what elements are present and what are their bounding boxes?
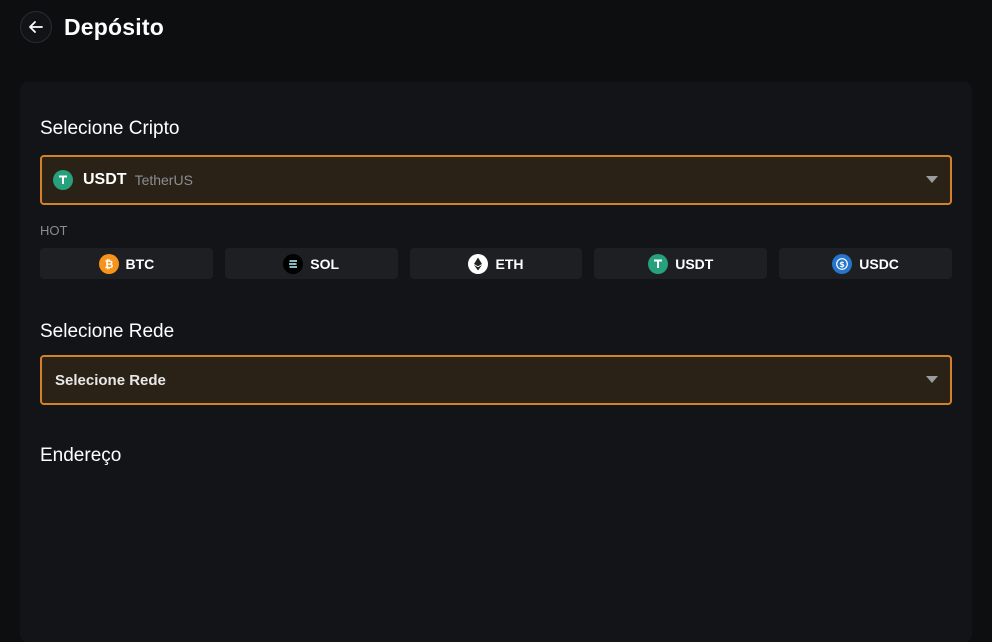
arrow-left-icon — [29, 21, 43, 33]
hot-coin-eth[interactable]: ETH — [409, 248, 583, 279]
ethereum-icon — [468, 253, 489, 274]
address-title: Endereço — [40, 445, 122, 466]
tether-icon — [53, 170, 73, 190]
tether-icon — [648, 253, 669, 274]
bitcoin-icon: ₿ — [98, 253, 119, 274]
caret-down-icon — [926, 376, 938, 383]
deposit-panel: Selecione Cripto USDT TetherUS HOT ₿ BTC… — [20, 82, 972, 642]
solana-icon — [283, 253, 304, 274]
selected-crypto-name: TetherUS — [134, 172, 193, 188]
hot-coin-usdt[interactable]: USDT — [594, 248, 768, 279]
select-crypto-title: Selecione Cripto — [40, 118, 180, 139]
network-select-placeholder: Selecione Rede — [55, 371, 166, 389]
hot-coin-btc[interactable]: ₿ BTC — [40, 248, 213, 279]
hot-coin-label: USDC — [859, 255, 899, 272]
hot-label: HOT — [40, 223, 68, 238]
back-button[interactable] — [20, 11, 52, 43]
crypto-select[interactable]: USDT TetherUS — [40, 155, 952, 205]
hot-coin-label: ETH — [495, 255, 524, 272]
select-network-title: Selecione Rede — [40, 321, 175, 342]
svg-text:$: $ — [839, 260, 845, 269]
caret-down-icon — [926, 176, 938, 183]
selected-crypto-symbol: USDT — [83, 171, 127, 188]
hot-coin-label: USDT — [675, 255, 714, 272]
hot-coin-usdc[interactable]: $ USDC — [779, 248, 952, 279]
hot-coin-sol[interactable]: SOL — [224, 248, 398, 279]
hot-coin-label: SOL — [310, 255, 340, 272]
page-header: Depósito — [20, 10, 164, 44]
hot-coin-label: BTC — [125, 255, 155, 272]
network-select[interactable]: Selecione Rede — [40, 355, 952, 405]
hot-coins-row: ₿ BTC SOL ETH USDT $ USDC — [40, 248, 952, 279]
svg-text:₿: ₿ — [104, 258, 113, 270]
usdc-icon: $ — [832, 253, 853, 274]
page-title: Depósito — [64, 13, 164, 40]
